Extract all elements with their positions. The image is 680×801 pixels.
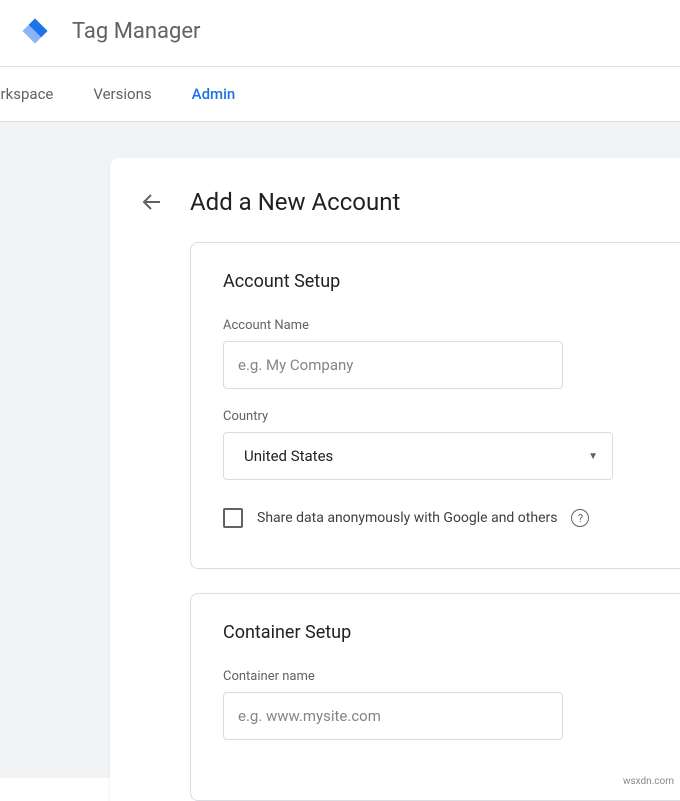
account-name-label: Account Name [223, 318, 648, 333]
tag-manager-logo-icon [20, 16, 50, 46]
chevron-down-icon: ▼ [588, 451, 598, 462]
panel-header: Add a New Account [110, 188, 680, 242]
tab-workspace[interactable]: orkspace [0, 67, 53, 121]
account-name-input[interactable] [223, 341, 563, 389]
share-data-checkbox[interactable] [223, 508, 243, 528]
container-setup-heading: Container Setup [223, 622, 648, 643]
account-setup-heading: Account Setup [223, 271, 648, 292]
nav-tabs: orkspace Versions Admin [0, 67, 680, 122]
country-label: Country [223, 409, 648, 424]
help-icon[interactable]: ? [571, 509, 589, 527]
container-setup-card: Container Setup Container name [190, 593, 680, 801]
account-setup-card: Account Setup Account Name Country Unite… [190, 242, 680, 569]
container-name-label: Container name [223, 669, 648, 684]
app-title: Tag Manager [72, 19, 200, 44]
tab-versions[interactable]: Versions [93, 67, 151, 121]
country-value: United States [244, 447, 333, 465]
watermark: wsxdn.com [623, 776, 674, 787]
content-area: Add a New Account Account Setup Account … [0, 122, 680, 778]
share-data-label: Share data anonymously with Google and o… [257, 510, 557, 526]
panel-title: Add a New Account [190, 188, 400, 216]
container-name-input[interactable] [223, 692, 563, 740]
back-arrow-icon[interactable] [140, 190, 164, 214]
country-select[interactable]: United States ▼ [223, 432, 613, 480]
share-data-row: Share data anonymously with Google and o… [223, 508, 648, 528]
tab-admin[interactable]: Admin [192, 67, 236, 121]
add-account-panel: Add a New Account Account Setup Account … [110, 158, 680, 801]
app-header: Tag Manager [0, 0, 680, 67]
